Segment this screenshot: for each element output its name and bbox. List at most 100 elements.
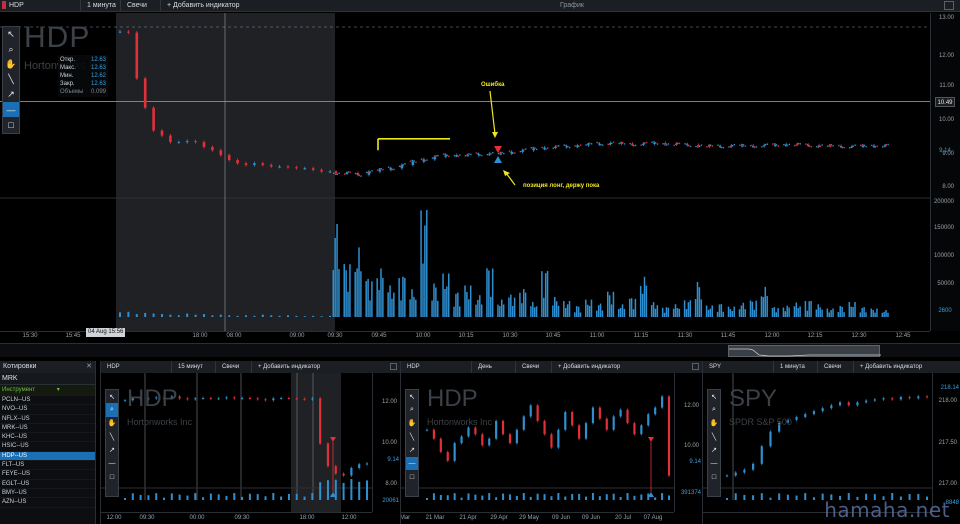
candle-body <box>522 416 525 430</box>
quote-item[interactable]: KHC--US <box>0 433 95 443</box>
candle-body <box>587 144 590 146</box>
hand-pan-icon[interactable]: ✋ <box>106 417 118 430</box>
candle-tick <box>579 144 582 146</box>
candle-tick <box>521 150 523 152</box>
window-maximize-button[interactable] <box>944 1 954 10</box>
chart3-chart-type-tab[interactable]: Свечи <box>515 361 551 373</box>
chart3-symbol-tab[interactable]: HDP <box>401 361 471 373</box>
rectangle-icon[interactable]: □ <box>106 470 118 483</box>
quote-item[interactable]: EGLT--US <box>0 480 95 489</box>
candle-tick <box>404 163 406 165</box>
trend-line-icon[interactable]: ╲ <box>106 430 118 443</box>
chart2-chart-type-tab[interactable]: Свечи <box>215 361 251 373</box>
chart3-time-axis[interactable]: Mar 21 Mar 21 Apr 29 Apr 29 May 09 Jun 09 Jun 2… <box>401 512 674 524</box>
volume-bar <box>211 315 214 317</box>
horizontal-line-icon[interactable]: — <box>708 457 720 470</box>
horizontal-line-icon[interactable]: — <box>106 457 118 470</box>
cursor-arrow-icon[interactable]: ↖ <box>3 27 19 42</box>
chart2-add-indicator-button[interactable]: + Добавить индикатор <box>251 361 351 373</box>
chart2-symbol-tab[interactable]: HDP <box>101 361 171 373</box>
quote-item[interactable]: PCLN--US <box>0 396 95 406</box>
horizontal-line-icon[interactable]: — <box>406 456 418 471</box>
volume-bar <box>634 298 637 317</box>
arrow-draw-icon[interactable]: ↗ <box>406 444 418 457</box>
arrow-draw-icon[interactable]: ↗ <box>708 444 720 457</box>
quote-item[interactable]: HDP--US <box>0 451 95 462</box>
candle-body <box>334 466 337 474</box>
rectangle-icon[interactable]: □ <box>3 117 19 132</box>
volume-bar <box>280 496 283 500</box>
hand-pan-icon[interactable]: ✋ <box>3 57 19 72</box>
quote-item[interactable]: HSIC--US <box>0 442 95 452</box>
quote-item[interactable]: MRK--US <box>0 424 95 434</box>
quote-item[interactable]: FLT--US <box>0 461 95 471</box>
zoom-icon[interactable]: ⌕ <box>406 403 418 416</box>
window-title: График <box>560 2 584 9</box>
candle-tick <box>532 146 534 149</box>
candle-body <box>460 436 463 444</box>
quote-item[interactable]: AZN--US <box>0 498 95 508</box>
trend-line-icon[interactable]: ╲ <box>708 430 720 443</box>
quote-item[interactable]: FEYE--US <box>0 470 95 480</box>
chart3-add-indicator-button[interactable]: + Добавить индикатор <box>551 361 651 373</box>
chart2-price-axis[interactable]: 12.00 10.00 9.14 8.00 20061 <box>372 373 400 512</box>
cursor-arrow-icon[interactable]: ↖ <box>106 390 118 403</box>
hand-pan-icon[interactable]: ✋ <box>708 417 720 430</box>
trend-line-icon[interactable]: ╲ <box>3 72 19 87</box>
quote-item[interactable]: NFLX--US <box>0 415 95 424</box>
candle-tick <box>514 152 516 154</box>
candle-tick <box>786 144 789 147</box>
volume-bar <box>564 308 567 317</box>
time-axis[interactable]: 15:30 15:45 18:00 08:00 09:00 09:30 09:45 10:00… <box>0 331 930 343</box>
symbol-tab[interactable]: HDP <box>0 0 80 12</box>
arrow-draw-icon[interactable]: ↗ <box>106 444 118 457</box>
trend-line-icon[interactable]: ╲ <box>406 430 418 443</box>
chart2-time-axis[interactable]: 12:00 09:30 00:00 09:30 18:00 12:00 <box>101 512 372 524</box>
timeframe-tab[interactable]: 1 минута <box>80 0 120 12</box>
price-tick: 10.00 <box>381 440 397 446</box>
volume-bar <box>469 285 472 317</box>
rectangle-icon[interactable]: □ <box>708 470 720 483</box>
cursor-arrow-icon[interactable]: ↖ <box>406 390 418 403</box>
chart4-price-axis[interactable]: 218.14 218.00 217.50 217.00 8848 <box>932 373 960 512</box>
volume-bar <box>233 493 236 500</box>
navigator-window[interactable] <box>728 345 881 357</box>
zoom-icon[interactable]: ⌕ <box>3 42 19 57</box>
candle-tick <box>347 171 349 173</box>
chart4-chart-type-tab[interactable]: Свечи <box>817 361 853 373</box>
quote-item[interactable]: BMY--US <box>0 489 95 499</box>
chart3-maximize-button[interactable] <box>692 363 699 370</box>
rectangle-icon[interactable]: □ <box>406 470 418 483</box>
zoom-icon[interactable]: ⌕ <box>106 403 118 417</box>
zoom-icon[interactable]: ⌕ <box>708 403 720 416</box>
candle-tick <box>806 144 809 146</box>
chart2-maximize-button[interactable] <box>390 363 397 370</box>
candle-tick <box>596 141 598 144</box>
chart4-add-indicator-button[interactable]: + Добавить индикатор <box>853 361 953 373</box>
close-icon[interactable]: ✕ <box>86 361 92 373</box>
navigator-strip[interactable] <box>0 343 960 357</box>
price-axis[interactable]: 13.00 12.00 11.00 10.00 9.00 8.00 200000… <box>930 13 960 331</box>
volume-bar <box>630 298 633 317</box>
quotes-column-header[interactable]: Инструмент ▾ <box>0 385 95 396</box>
chart2-timeframe-tab[interactable]: 15 минут <box>171 361 215 373</box>
main-price-volume-plot[interactable] <box>0 13 930 331</box>
hand-pan-icon[interactable]: ✋ <box>406 417 418 430</box>
candle-tick <box>720 146 723 149</box>
cursor-arrow-icon[interactable]: ↖ <box>708 390 720 403</box>
arrow-draw-icon[interactable]: ↗ <box>3 87 19 102</box>
quote-item[interactable]: NVO--US <box>0 405 95 415</box>
horizontal-line-icon[interactable]: — <box>3 102 19 117</box>
chart3-timeframe-tab[interactable]: День <box>471 361 515 373</box>
chart4-symbol-tab[interactable]: SPY <box>703 361 773 373</box>
candle-tick <box>753 146 756 149</box>
volume-bar <box>448 273 450 317</box>
quotes-search-input[interactable]: MRK <box>0 373 95 385</box>
candle-body <box>240 397 244 399</box>
add-indicator-button[interactable]: + Добавить индикатор <box>160 0 290 12</box>
chart-type-tab[interactable]: Свечи <box>120 0 160 12</box>
chart3-price-axis[interactable]: 12.00 10.00 9.14 391374 <box>674 373 702 512</box>
chart4-timeframe-tab[interactable]: 1 минута <box>773 361 817 373</box>
volume-bar <box>488 493 491 500</box>
candle-body <box>873 399 876 401</box>
